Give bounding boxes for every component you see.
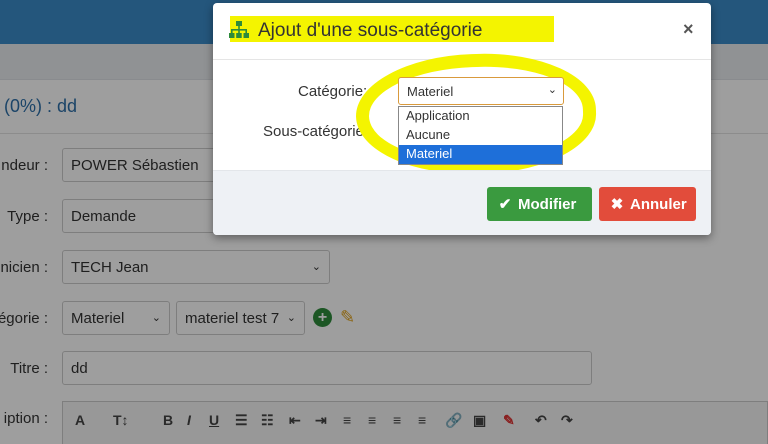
option-aucune[interactable]: Aucune <box>399 126 562 145</box>
modal-body: Catégorie: Sous-catégorie: Materiel ⌄ Ap… <box>213 49 711 179</box>
category-options-list: Application Aucune Materiel <box>398 106 563 165</box>
modal-title: Ajout d'une sous-catégorie <box>258 20 483 41</box>
chevron-down-icon: ⌄ <box>547 84 557 96</box>
subcategory-field-label: Sous-catégorie: <box>263 123 369 140</box>
times-icon: ✖ <box>610 196 624 213</box>
category-selected-value: Materiel <box>407 84 454 99</box>
cancel-button-label: Annuler <box>630 196 687 213</box>
check-icon: ✔ <box>498 196 512 213</box>
category-dropdown[interactable]: Materiel ⌄ <box>398 77 564 105</box>
modal-header: Ajout d'une sous-catégorie × <box>213 3 711 60</box>
cancel-button[interactable]: ✖ Annuler <box>599 187 696 221</box>
option-application[interactable]: Application <box>399 107 562 126</box>
sitemap-icon <box>229 21 249 38</box>
option-materiel[interactable]: Materiel <box>399 145 562 164</box>
close-icon[interactable]: × <box>683 19 694 40</box>
modify-button-label: Modifier <box>518 196 577 213</box>
add-subcategory-modal: Ajout d'une sous-catégorie × Catégorie: … <box>213 3 711 235</box>
modify-button[interactable]: ✔ Modifier <box>487 187 592 221</box>
category-field-label: Catégorie: <box>298 83 368 100</box>
modal-footer: ✔ Modifier ✖ Annuler <box>213 170 711 235</box>
